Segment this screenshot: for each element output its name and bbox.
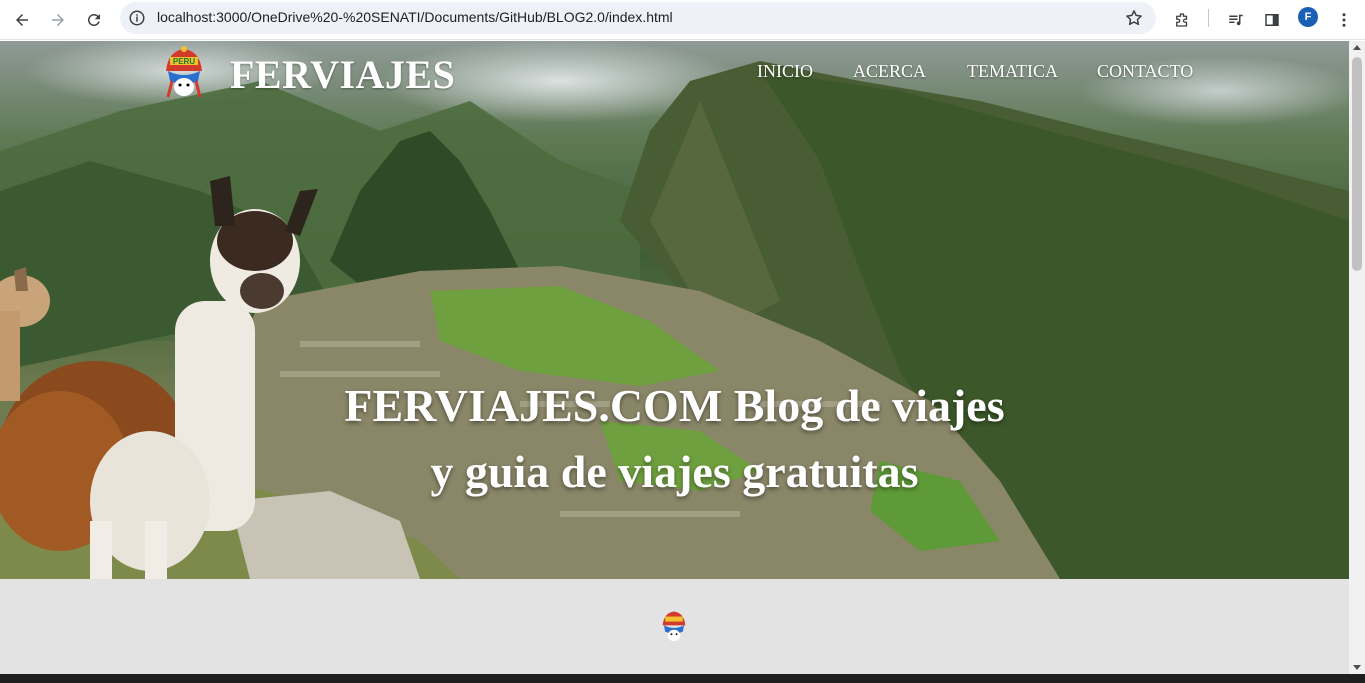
side-panel-icon[interactable] — [1258, 6, 1286, 34]
media-control-icon[interactable] — [1222, 6, 1250, 34]
hero-banner: PERU FERVIAJES INICIO ACERCA TEMATICA CO… — [0, 41, 1349, 579]
nav-link-contacto[interactable]: CONTACTO — [1097, 61, 1193, 82]
browser-toolbar: localhost:3000/OneDrive%20-%20SENATI/Doc… — [0, 0, 1365, 40]
nav-link-tematica[interactable]: TEMATICA — [967, 61, 1058, 82]
scroll-up-arrow-icon[interactable] — [1353, 45, 1361, 50]
hero-heading: FERVIAJES.COM Blog de viajes y guia de v… — [0, 373, 1349, 505]
peru-hat-logo[interactable]: PERU — [160, 45, 208, 99]
hero-heading-line-2: y guia de viajes gratuitas — [430, 446, 919, 497]
scroll-down-arrow-icon[interactable] — [1353, 665, 1361, 670]
url-text[interactable]: localhost:3000/OneDrive%20-%20SENATI/Doc… — [157, 9, 673, 25]
scrollbar-thumb[interactable] — [1352, 57, 1362, 271]
nav-link-inicio[interactable]: INICIO — [757, 61, 813, 82]
brand-name[interactable]: FERVIAJES — [230, 51, 455, 98]
site-info-icon[interactable] — [128, 9, 146, 27]
bookmark-star-icon[interactable] — [1124, 8, 1144, 28]
web-page: PERU FERVIAJES INICIO ACERCA TEMATICA CO… — [0, 41, 1349, 674]
os-taskbar-edge — [0, 674, 1365, 683]
logo-lettering: PERU — [173, 57, 195, 66]
profile-avatar[interactable]: F — [1298, 7, 1318, 27]
intro-section — [0, 579, 1349, 674]
more-menu-icon[interactable] — [1330, 6, 1358, 34]
hero-heading-line-1: FERVIAJES.COM Blog de viajes — [344, 380, 1005, 431]
reload-icon[interactable] — [80, 6, 108, 34]
nav-link-acerca[interactable]: ACERCA — [853, 61, 926, 82]
back-icon[interactable] — [8, 6, 36, 34]
address-bar[interactable]: localhost:3000/OneDrive%20-%20SENATI/Doc… — [120, 2, 1156, 34]
extensions-icon[interactable] — [1168, 6, 1196, 34]
peru-hat-logo-small — [662, 611, 686, 642]
toolbar-divider — [1208, 9, 1209, 27]
forward-icon[interactable] — [44, 6, 72, 34]
page-scrollbar[interactable] — [1349, 41, 1365, 674]
